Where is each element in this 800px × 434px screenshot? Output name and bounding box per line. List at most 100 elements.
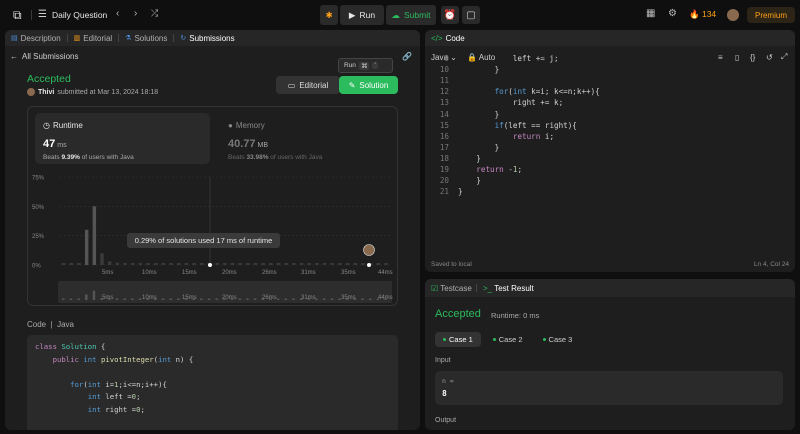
code-line: int left =0; [87,392,141,401]
submitted-code-block[interactable]: class Solution { public int pivotInteger… [27,335,398,430]
navigator-bar [238,298,242,300]
chart-bar [107,261,112,265]
case-tab-3[interactable]: Case 3 [535,332,581,347]
run-toolbar: ✱ ▶ Run ☁ Submit [320,5,436,25]
navigator-bar [246,298,249,300]
code-line: return -1; [476,165,523,174]
left-panel: ▤ Description ▥ Editorial ⚗ Solutions ↻ Subm… [5,30,420,430]
navigator-bar [115,298,119,300]
problem-list-title[interactable]: Daily Question [52,10,107,20]
result-status: Accepted [435,308,481,320]
submitted-code-label: Code | Java [27,320,74,329]
code-line: for(int k=i; k<=n;k++){ [494,87,600,97]
bug-icon: ✱ [325,9,333,20]
navigator-bar [161,298,165,300]
line-number: 20 [439,176,449,186]
solution-button[interactable]: ✎ Solution [339,76,398,94]
memory-card[interactable]: ● Memory 40.77 MB Beats 33.98% of users wi… [220,113,395,164]
chart-bar [200,263,204,265]
navigator-bar [85,294,88,300]
code-icon: </> [431,33,443,43]
code-line: right += k; [458,98,564,108]
navigator-tick-label: 35ms [341,295,356,301]
y-tick-label: 25% [32,234,45,240]
input-box[interactable]: n = 8 [435,371,783,405]
tab-testcase[interactable]: ☑ Testcase [431,284,472,293]
navigator-tick-label: 31ms [301,295,316,301]
chart-bar [230,263,235,265]
code-line: if(left == right){ [494,120,577,130]
test-tab-bar: ☑ Testcase >_ Test Result [425,279,795,297]
chart-bar [115,262,120,265]
edit-icon: ✎ [348,80,356,90]
line-number: 16 [439,131,449,141]
navigator-tick-label: 10ms [142,295,157,301]
navigator-bar [177,298,180,300]
x-tick-label: 10ms [142,270,157,276]
navigator-tick-label: 26ms [262,295,277,301]
timer-icon[interactable]: ⏰ [441,6,459,24]
tab-solutions[interactable]: ⚗ Solutions [119,30,173,46]
navigator-bar [361,298,364,300]
line-number: 9 [444,54,449,63]
leetcode-logo-icon[interactable]: ⧉ [13,8,25,22]
navigator-tick-label: 20ms [222,295,237,301]
line-number: 19 [439,165,449,174]
chart-bar [261,263,265,265]
streak-counter[interactable]: 🔥 134 [689,9,716,20]
back-to-submissions-link[interactable]: ← All Submissions [10,52,78,61]
your-avatar-marker [363,244,375,256]
navigator-bar [276,298,280,300]
share-link-icon[interactable]: 🔗 [402,52,412,61]
tab-submissions[interactable]: ↻ Submissions [174,30,240,46]
code-line: } [458,142,500,152]
prev-problem-icon[interactable]: ‹ [116,8,119,19]
chart-bar [146,263,150,265]
runtime-beats-pct: 9.39% [61,154,80,161]
chart-bar [223,263,227,265]
avatar [27,88,35,96]
x-tick-label: 15ms [182,270,197,276]
next-problem-icon[interactable]: › [134,8,137,19]
navigator-bar [292,298,295,300]
case-tab-1[interactable]: Case 1 [435,332,481,347]
submit-button[interactable]: ☁ Submit [386,5,436,25]
navigator-bar [169,298,172,300]
flame-icon: 🔥 [689,9,700,19]
performance-panel: ◷ Runtime 47 ms Beats 9.39% of users with … [27,106,398,306]
tab-editorial[interactable]: ▥ Editorial [68,30,119,46]
memory-value: 40.77 [228,138,256,150]
tab-test-result[interactable]: >_ Test Result [483,284,534,293]
book-icon: ▥ [73,35,81,42]
notes-icon[interactable]: ▢ [462,6,480,24]
input-label: Input [435,357,451,364]
layout-grid-icon[interactable]: ▦ [646,8,655,19]
x-tick-label: 31ms [301,270,316,276]
random-problem-icon[interactable]: ⤮ [151,8,158,19]
user-avatar[interactable] [727,9,739,21]
chart-bar [322,263,327,265]
settings-gear-icon[interactable]: ⚙ [668,8,677,19]
premium-button[interactable]: Premium [747,7,795,23]
runtime-card[interactable]: ◷ Runtime 47 ms Beats 9.39% of users with … [35,113,210,164]
navigator-bar [123,298,126,300]
chart-bar [238,263,242,265]
memory-unit: MB [257,142,269,149]
submitter-name[interactable]: Thivi [38,89,54,96]
editorial-button[interactable]: ▭ Editorial [276,76,340,94]
case-tab-2[interactable]: Case 2 [485,332,531,347]
run-button[interactable]: ▶ Run [340,5,384,25]
book-icon: ▭ [287,80,296,90]
chart-bar [161,263,166,265]
tab-description[interactable]: ▤ Description [5,30,67,46]
debug-button[interactable]: ✱ [320,5,338,25]
left-tab-bar: ▤ Description ▥ Editorial ⚗ Solutions ↻ Subm… [5,30,420,46]
problem-list-icon[interactable]: ☰ [38,9,47,20]
play-icon: ▶ [348,9,356,20]
code-editor[interactable]: 9 left += j; 10 } 11 12 for(int k=i; k<=n;k… [425,54,795,240]
selected-bar-marker [208,263,212,267]
chart-bar [276,263,281,265]
line-number: 18 [439,153,449,163]
input-var-value: 8 [442,389,447,398]
checkbox-icon: ☑ [431,283,439,293]
